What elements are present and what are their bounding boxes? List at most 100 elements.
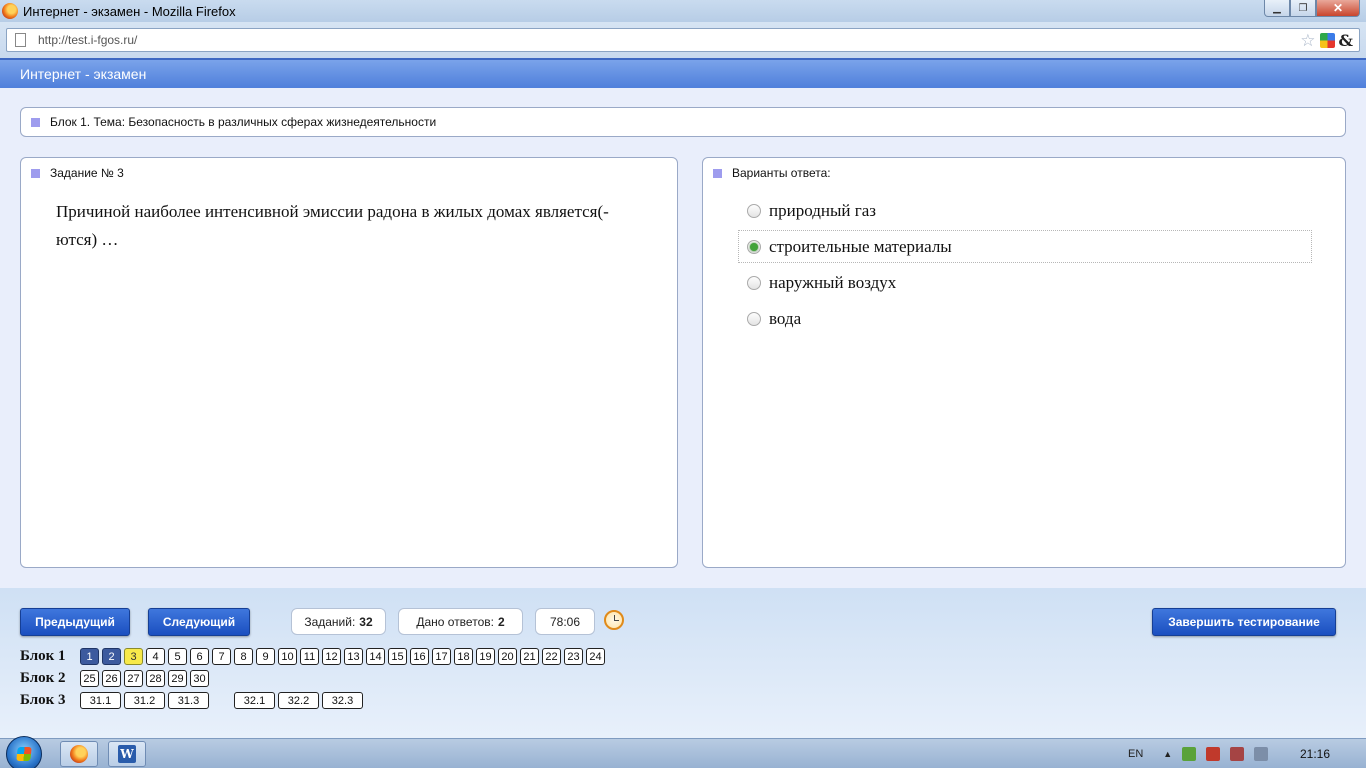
block1-label: Блок 1 [20, 648, 66, 664]
task-number-button[interactable]: 2 [102, 648, 121, 665]
answer-option[interactable]: строительные материалы [738, 230, 1312, 263]
windows-taskbar: W EN ▲ 21:16 [0, 736, 1366, 768]
taskbar-word[interactable]: W [108, 741, 146, 767]
task-number-button[interactable]: 19 [476, 648, 495, 665]
next-button[interactable]: Следующий [148, 608, 250, 636]
task-number-button[interactable]: 1 [80, 648, 99, 665]
answer-label[interactable]: природный газ [769, 201, 876, 221]
task-number-button[interactable]: 4 [146, 648, 165, 665]
answer-label[interactable]: строительные материалы [769, 237, 952, 257]
network-icon[interactable] [1230, 747, 1245, 761]
update-icon[interactable] [1182, 747, 1197, 761]
block2-row: Блок 2 25 26 27 28 29 30 [20, 670, 212, 687]
block-title-bar: Блок 1. Тема: Безопасность в различных с… [20, 107, 1346, 137]
task-number-button[interactable]: 12 [322, 648, 341, 665]
task-number-button[interactable]: 14 [366, 648, 385, 665]
page-icon [15, 33, 26, 47]
block3-label: Блок 3 [20, 692, 66, 708]
block3-task-buttons-32: 32.1 32.2 32.3 [234, 692, 366, 709]
start-button[interactable] [6, 736, 42, 768]
square-bullet-icon [31, 117, 40, 127]
task-number-button[interactable]: 31.1 [80, 692, 121, 709]
system-tray: EN ▲ [1120, 739, 1269, 768]
timer: 78:06 [535, 608, 595, 635]
firefox-icon [70, 745, 88, 763]
url-bar[interactable]: http://test.i-fgos.ru/ ☆ & [6, 28, 1360, 52]
task-number-button[interactable]: 23 [564, 648, 583, 665]
task-number-button[interactable]: 18 [454, 648, 473, 665]
answer-label[interactable]: вода [769, 309, 801, 329]
taskbar-firefox[interactable] [60, 741, 98, 767]
answers-panel-header: Варианты ответа: [713, 166, 831, 180]
show-hidden-icons-icon[interactable]: ▲ [1163, 749, 1172, 759]
firefox-icon [2, 3, 18, 19]
task-number-button[interactable]: 10 [278, 648, 297, 665]
task-number-button[interactable]: 31.3 [168, 692, 209, 709]
window-controls: ▁ ❐ ✕ [1264, 0, 1360, 17]
task-number-button[interactable]: 24 [586, 648, 605, 665]
task-number-button[interactable]: 28 [146, 670, 165, 687]
task-number-button[interactable]: 3 [124, 648, 143, 665]
task-number-button[interactable]: 6 [190, 648, 209, 665]
main-content: Блок 1. Тема: Безопасность в различных с… [0, 88, 1366, 588]
maximize-button[interactable]: ❐ [1290, 0, 1316, 17]
clock[interactable]: 21:16 [1300, 747, 1330, 761]
task-number-button[interactable]: 30 [190, 670, 209, 687]
task-label: Задание № 3 [50, 166, 124, 180]
question-panel: Задание № 3 Причиной наиболее интенсивно… [20, 157, 678, 568]
task-number-button[interactable]: 26 [102, 670, 121, 687]
language-indicator[interactable]: EN [1128, 748, 1143, 760]
google-icon[interactable] [1319, 33, 1335, 48]
finish-test-button[interactable]: Завершить тестирование [1152, 608, 1336, 636]
answer-label[interactable]: наружный воздух [769, 273, 896, 293]
ampersand-addon-icon[interactable]: & [1339, 31, 1353, 50]
prev-button[interactable]: Предыдущий [20, 608, 130, 636]
task-number-button[interactable]: 25 [80, 670, 99, 687]
task-number-button[interactable]: 17 [432, 648, 451, 665]
task-number-button[interactable]: 11 [300, 648, 319, 665]
task-number-button[interactable]: 15 [388, 648, 407, 665]
task-number-button[interactable]: 32.1 [234, 692, 275, 709]
bookmark-star-icon[interactable]: ☆ [1300, 31, 1315, 50]
answers-panel: Варианты ответа: природный газ строитель… [702, 157, 1346, 568]
url-text[interactable]: http://test.i-fgos.ru/ [38, 33, 137, 47]
task-number-button[interactable]: 32.2 [278, 692, 319, 709]
volume-icon[interactable] [1254, 747, 1269, 761]
close-button[interactable]: ✕ [1316, 0, 1360, 17]
radio-button[interactable] [747, 239, 761, 254]
block1-task-buttons: 1 2 3 4 5 6 7 8 9 10 11 12 13 14 15 16 17 18 19 20 21 22 23 24 [80, 648, 608, 665]
window-titlebar: Интернет - экзамен - Mozilla Firefox ▁ ❐… [0, 0, 1366, 22]
task-number-button[interactable]: 31.2 [124, 692, 165, 709]
answer-option[interactable]: природный газ [738, 194, 1312, 227]
task-number-button[interactable]: 13 [344, 648, 363, 665]
task-number-button[interactable]: 32.3 [322, 692, 363, 709]
flag-icon[interactable] [1206, 747, 1221, 761]
word-icon: W [118, 745, 136, 763]
answer-option[interactable]: вода [738, 302, 1312, 335]
radio-button[interactable] [747, 275, 761, 290]
answer-option[interactable]: наружный воздух [738, 266, 1312, 299]
square-bullet-icon [713, 168, 722, 178]
question-panel-header: Задание № 3 [31, 166, 124, 180]
task-number-button[interactable]: 27 [124, 670, 143, 687]
browser-navbar: http://test.i-fgos.ru/ ☆ & [0, 22, 1366, 58]
window-title: Интернет - экзамен - Mozilla Firefox [23, 3, 236, 19]
answered-count-label: Дано ответов: [416, 614, 494, 629]
task-number-button[interactable]: 22 [542, 648, 561, 665]
task-number-button[interactable]: 5 [168, 648, 187, 665]
task-number-button[interactable]: 7 [212, 648, 231, 665]
task-number-button[interactable]: 8 [234, 648, 253, 665]
answer-options: природный газ строительные материалы нар… [738, 194, 1312, 338]
task-number-button[interactable]: 20 [498, 648, 517, 665]
task-number-button[interactable]: 9 [256, 648, 275, 665]
task-number-button[interactable]: 21 [520, 648, 539, 665]
task-number-button[interactable]: 16 [410, 648, 429, 665]
tasks-count-label: Заданий: [304, 614, 356, 629]
radio-button[interactable] [747, 311, 761, 326]
task-number-button[interactable]: 29 [168, 670, 187, 687]
answered-count-badge: Дано ответов: 2 [398, 608, 523, 635]
minimize-button[interactable]: ▁ [1264, 0, 1290, 17]
block3-row: Блок 3 31.1 31.2 31.3 32.1 32.2 32.3 [20, 692, 366, 709]
radio-button[interactable] [747, 203, 761, 218]
app-title: Интернет - экзамен [20, 66, 147, 82]
